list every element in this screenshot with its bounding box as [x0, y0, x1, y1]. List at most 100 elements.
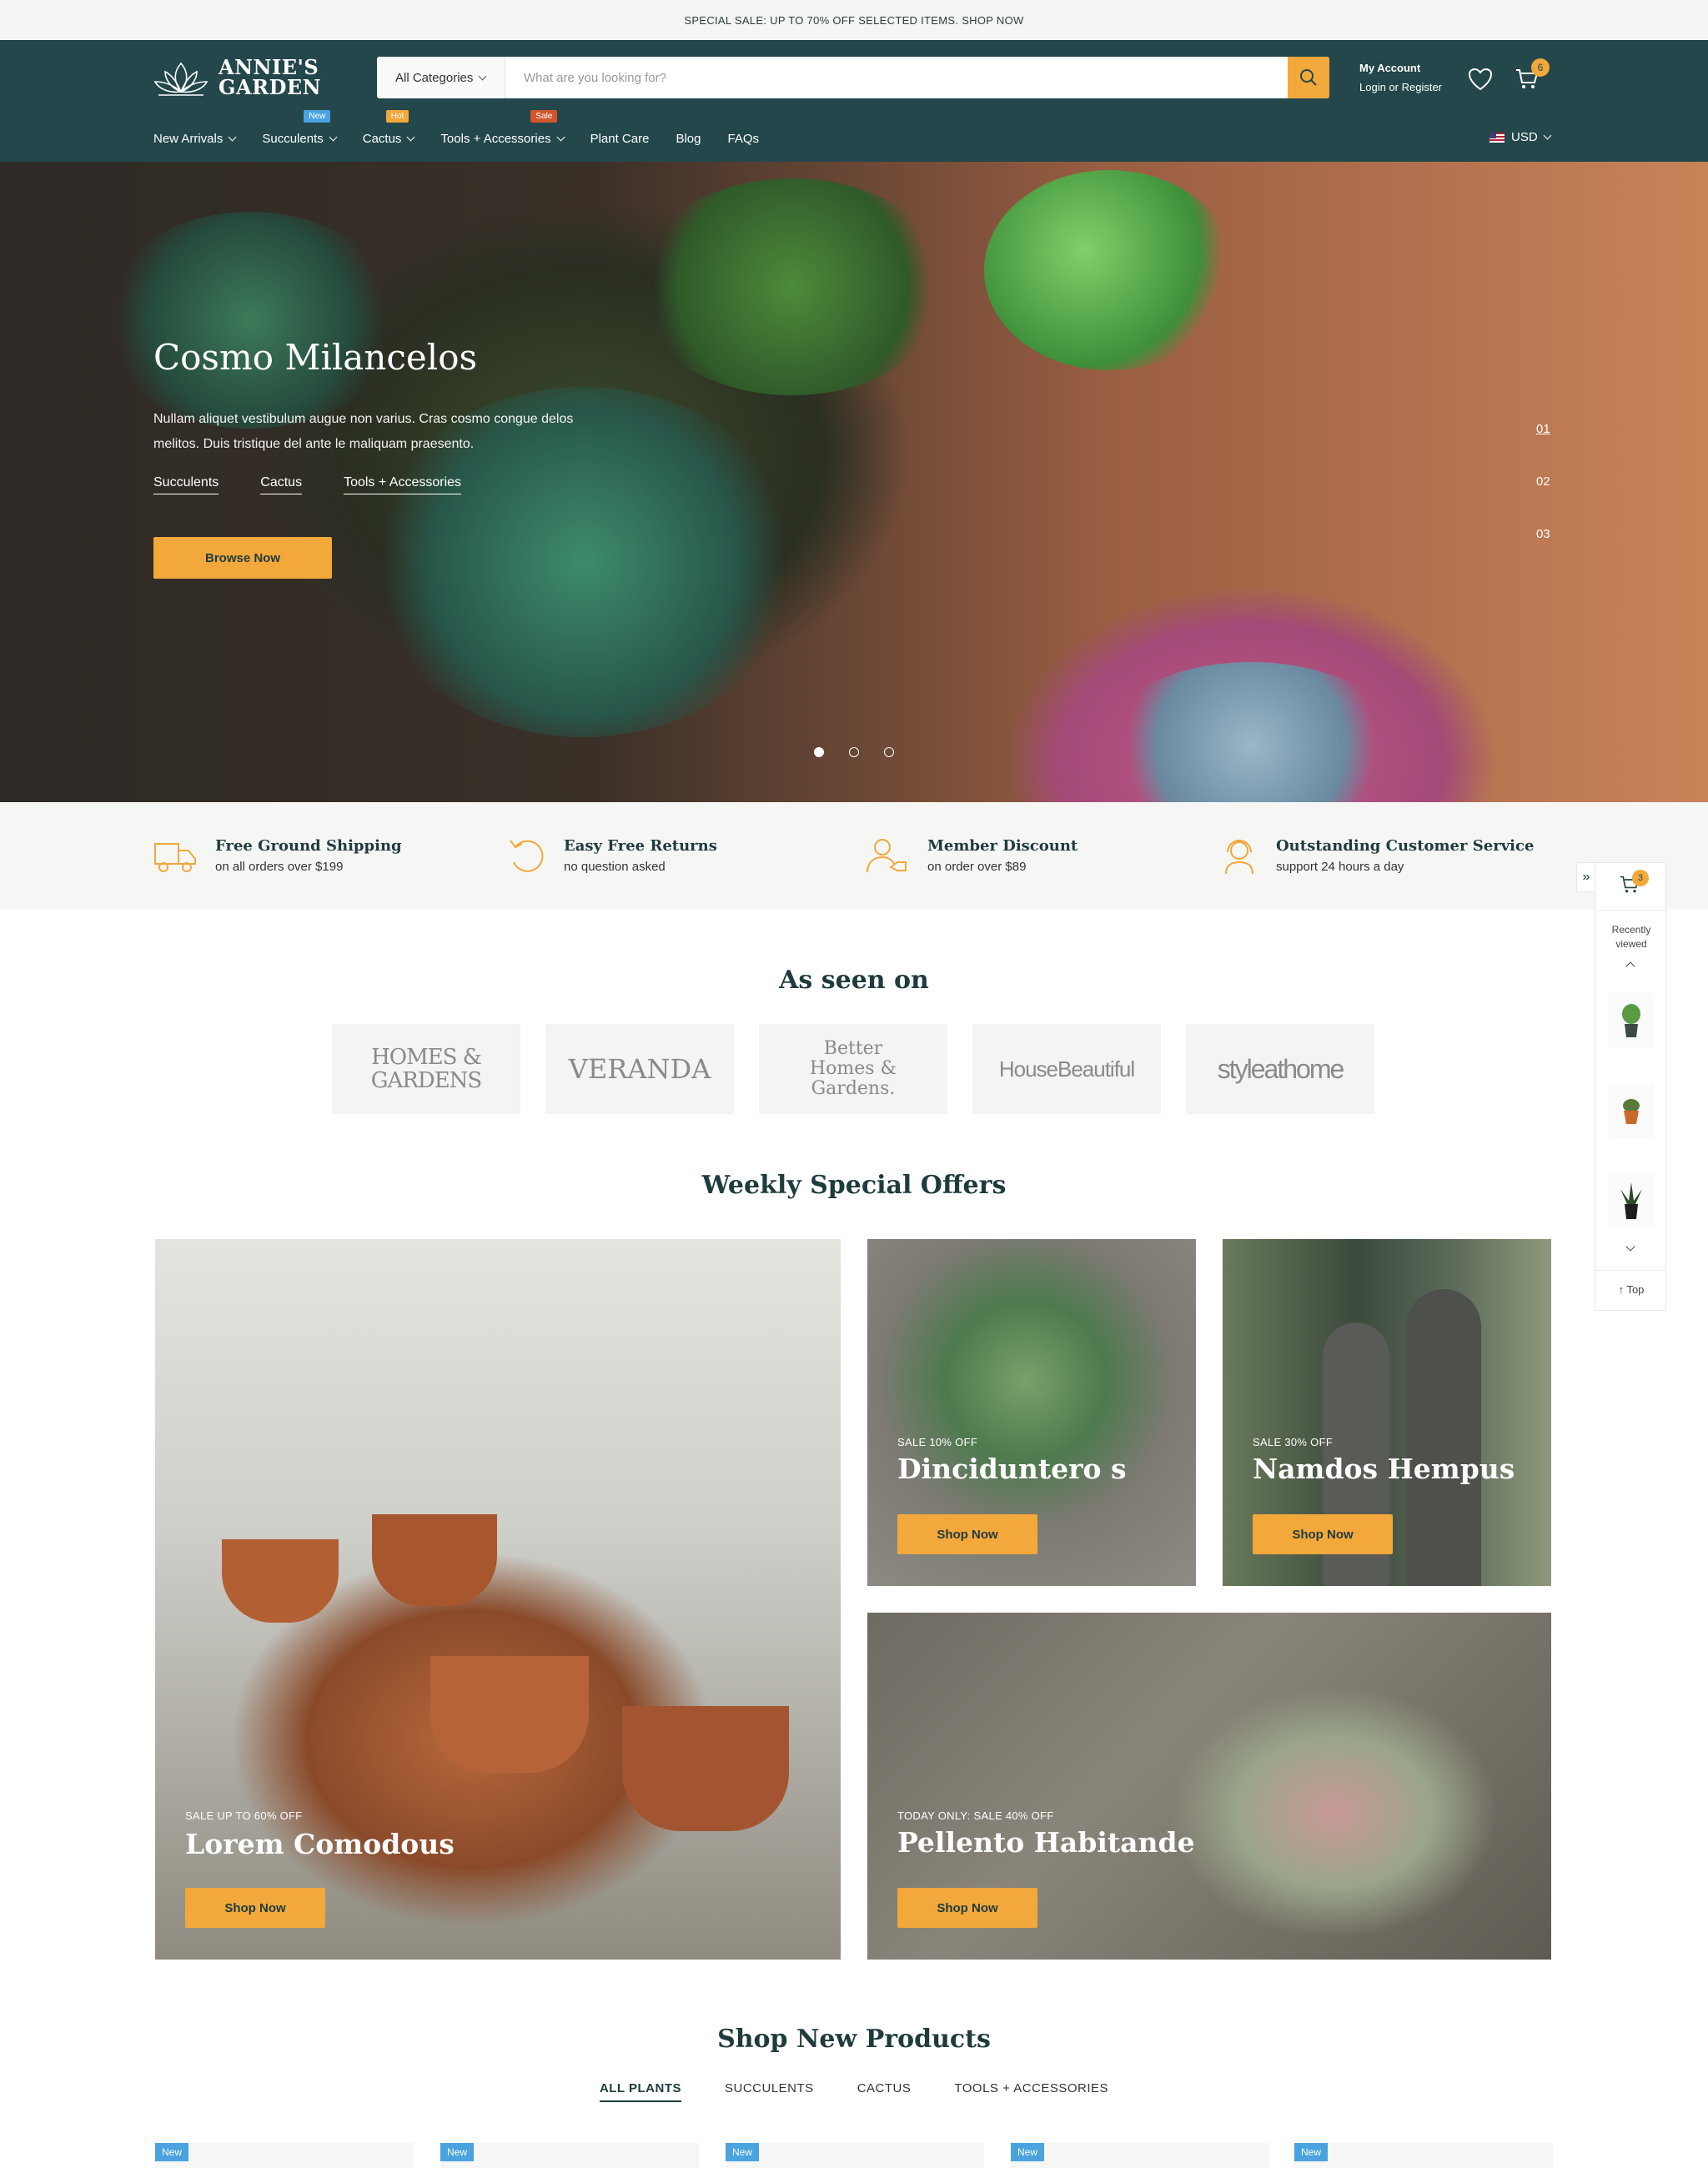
brand-logo-better-homes[interactable]: Better Homes & Gardens. [759, 1024, 947, 1114]
category-select-label: All Categories [395, 70, 474, 85]
offer-kicker: SALE UP TO 60% OFF [185, 1809, 303, 1822]
product-tabs: ALL PLANTS SUCCULENTS CACTUS TOOLS + ACC… [0, 2081, 1708, 2102]
product-card[interactable]: New [726, 2143, 984, 2168]
slider-dots [814, 747, 894, 757]
as-seen-on-title: As seen on [779, 966, 929, 995]
slide-number[interactable]: 03 [1536, 527, 1550, 580]
chevron-down-icon [1543, 131, 1552, 140]
brand-logo-style-at-home[interactable]: styleathome [1186, 1024, 1374, 1114]
offer-tile[interactable]: SALE UP TO 60% OFF Lorem Comodous Shop N… [155, 1239, 841, 1960]
succulent-decoration [1101, 662, 1401, 802]
offer-name: Lorem Comodous [185, 1828, 455, 1860]
new-badge: New [1011, 2143, 1044, 2161]
succulent-decoration [984, 170, 1234, 370]
heart-icon [1468, 68, 1493, 91]
product-card[interactable]: New [155, 2143, 414, 2168]
tab-tools-accessories[interactable]: TOOLS + ACCESSORIES [954, 2081, 1108, 2102]
product-card[interactable]: New [1294, 2143, 1553, 2168]
nav-plant-care[interactable]: Plant Care [590, 130, 650, 147]
new-badge: New [155, 2143, 188, 2161]
hero-link[interactable]: Cactus [260, 475, 303, 494]
chevron-down-icon [228, 133, 237, 141]
nav-cactus[interactable]: Hot Cactus [363, 110, 415, 147]
recent-item-thumb[interactable] [1609, 1083, 1654, 1138]
slide-numbers: 01 02 03 [1536, 422, 1550, 580]
hero-link[interactable]: Succulents [153, 475, 219, 494]
offer-kicker: SALE 30% OFF [1253, 1436, 1334, 1448]
nav-new-arrivals[interactable]: New Arrivals [153, 130, 237, 147]
nav-label: Tools + Accessories [440, 131, 551, 146]
hero-description: Nullam aliquet vestibulum augue non vari… [153, 412, 574, 451]
slider-dot[interactable] [814, 747, 824, 757]
panel-cart-count: 3 [1632, 870, 1649, 886]
currency-selector[interactable]: USD [1489, 130, 1552, 144]
chevron-down-icon [406, 133, 415, 141]
slider-dot[interactable] [884, 747, 894, 757]
feature-support: Outstanding Customer Service support 24 … [1221, 837, 1534, 876]
us-flag-icon [1489, 132, 1505, 143]
cart-button[interactable]: 6 [1513, 58, 1550, 93]
chevron-down-icon[interactable] [1625, 1242, 1635, 1252]
product-card[interactable]: New [440, 2143, 699, 2168]
offer-tile[interactable]: TODAY ONLY: SALE 40% OFF Pellento Habita… [867, 1613, 1551, 1960]
hero-link[interactable]: Tools + Accessories [344, 475, 462, 494]
nav-succulents[interactable]: New Succulents [262, 110, 338, 147]
terracotta-pot [372, 1514, 497, 1606]
nav-faqs[interactable]: FAQs [727, 130, 759, 147]
search-bar: All Categories [377, 57, 1329, 98]
search-button[interactable] [1288, 57, 1329, 98]
search-input[interactable] [505, 57, 1288, 98]
offer-name: Pellento Habitande [897, 1826, 1195, 1859]
offer-tile[interactable]: SALE 10% OFF Dinciduntero s Shop Now [867, 1239, 1196, 1586]
wishlist-button[interactable] [1466, 65, 1494, 93]
back-to-top-button[interactable]: ↑ Top [1595, 1283, 1667, 1296]
tab-cactus[interactable]: CACTUS [857, 2081, 912, 2102]
truck-icon [154, 843, 196, 872]
hero-links: Succulents Cactus Tools + Accessories [153, 475, 462, 494]
shop-now-button[interactable]: Shop Now [897, 1514, 1037, 1554]
promo-bar[interactable]: SPECIAL SALE: UP TO 70% OFF SELECTED ITE… [0, 0, 1708, 40]
feature-returns: Easy Free Returns no question asked [509, 837, 717, 876]
brand-logo-homes-gardens[interactable]: HOMES & GARDENS [332, 1024, 520, 1114]
terracotta-pot [430, 1656, 589, 1773]
feature-shipping: Free Ground Shipping on all orders over … [153, 837, 402, 876]
slide-number[interactable]: 01 [1536, 422, 1550, 474]
panel-collapse-button[interactable]: » [1576, 862, 1596, 892]
account-link[interactable]: My Account Login or Register [1359, 58, 1442, 97]
slide-number[interactable]: 02 [1536, 474, 1550, 527]
offer-tile[interactable]: SALE 30% OFF Namdos Hempus Shop Now [1223, 1239, 1551, 1586]
account-title: My Account [1359, 62, 1421, 74]
product-card[interactable]: New [1011, 2143, 1269, 2168]
feature-title: Free Ground Shipping [215, 837, 402, 855]
slider-dot[interactable] [849, 747, 859, 757]
search-icon [1300, 69, 1317, 86]
main-nav: New Arrivals New Succulents Hot Cactus S… [153, 110, 786, 147]
feature-sub: no question asked [564, 860, 666, 874]
feature-member: Member Discount on order over $89 [866, 837, 1078, 876]
brand-logo-veranda[interactable]: VERANDA [545, 1024, 734, 1114]
tab-all-plants[interactable]: ALL PLANTS [599, 2081, 681, 2102]
shop-now-button[interactable]: Shop Now [185, 1888, 325, 1928]
hero-title: Cosmo Milancelos [153, 337, 478, 378]
nav-tools-accessories[interactable]: Sale Tools + Accessories [440, 110, 565, 147]
nav-label: FAQs [727, 131, 759, 146]
brand-logo-house-beautiful[interactable]: HouseBeautiful [972, 1024, 1161, 1114]
account-login[interactable]: Login or Register [1359, 78, 1442, 97]
feature-title: Outstanding Customer Service [1276, 837, 1535, 855]
member-icon [867, 839, 907, 873]
chevron-down-icon [478, 72, 487, 80]
nav-blog[interactable]: Blog [676, 130, 701, 147]
tab-succulents[interactable]: SUCCULENTS [725, 2081, 814, 2102]
shop-now-button[interactable]: Shop Now [897, 1888, 1037, 1928]
shop-now-button[interactable]: Shop Now [1253, 1514, 1393, 1554]
promo-text[interactable]: SPECIAL SALE: UP TO 70% OFF SELECTED ITE… [684, 14, 1023, 27]
category-select[interactable]: All Categories [377, 57, 505, 98]
recent-item-thumb[interactable] [1609, 993, 1654, 1048]
panel-cart-button[interactable]: 3 [1619, 870, 1649, 899]
browse-now-button[interactable]: Browse Now [153, 537, 332, 579]
terracotta-pot [622, 1706, 789, 1831]
potted-plant-icon [1623, 1099, 1640, 1124]
chevron-down-icon [329, 133, 338, 141]
logo[interactable]: ANNIE'S GARDEN [153, 57, 321, 98]
offer-kicker: TODAY ONLY: SALE 40% OFF [897, 1809, 1054, 1822]
